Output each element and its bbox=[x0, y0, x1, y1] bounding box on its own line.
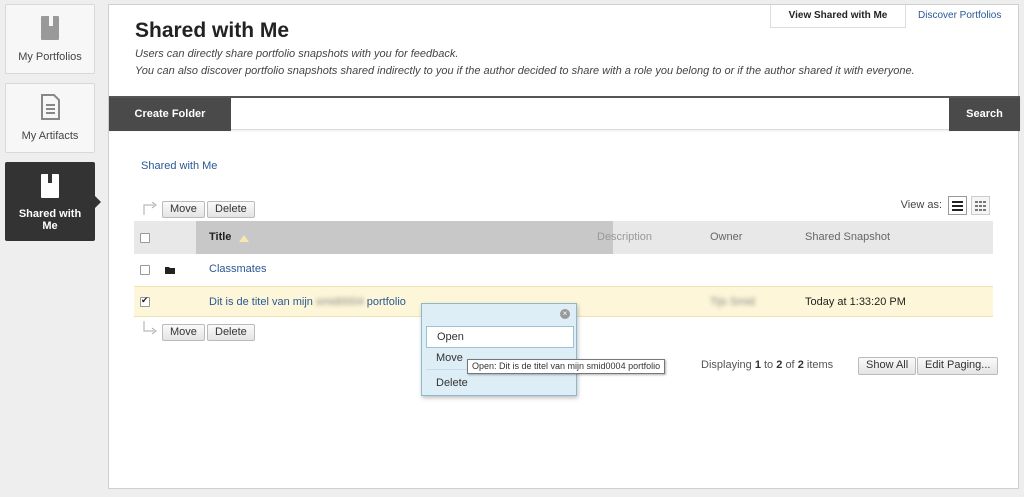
description-line-1: Users can directly share portfolio snaps… bbox=[135, 48, 459, 60]
breadcrumb[interactable]: Shared with Me bbox=[141, 160, 217, 172]
shared-snapshot-cell: Today at 1:33:20 PM bbox=[805, 296, 906, 308]
sort-ascending-icon bbox=[239, 235, 249, 242]
paging-prefix: Displaying bbox=[701, 359, 752, 371]
paging-of-word: of bbox=[785, 359, 795, 371]
folder-icon bbox=[165, 267, 175, 274]
tab-view-shared-with-me[interactable]: View Shared with Me bbox=[770, 5, 906, 28]
sidebar-item-label: My Artifacts bbox=[21, 130, 79, 142]
column-description-label[interactable]: Description bbox=[597, 231, 652, 243]
paging-from: 1 bbox=[754, 359, 761, 371]
context-menu-open[interactable]: Open bbox=[426, 326, 574, 348]
row-checkbox[interactable] bbox=[140, 265, 150, 275]
portfolio-title-start: Dit is de titel van mijn bbox=[209, 296, 313, 308]
paging-status: Displaying 1 to 2 of 2 items bbox=[701, 359, 833, 371]
delete-button[interactable]: Delete bbox=[207, 201, 255, 218]
select-all-checkbox[interactable] bbox=[140, 233, 150, 243]
context-menu-delete[interactable]: Delete bbox=[426, 373, 574, 395]
folder-link-classmates[interactable]: Classmates bbox=[209, 263, 266, 275]
shared-book-icon bbox=[41, 174, 59, 198]
document-icon bbox=[41, 94, 60, 120]
view-as-label: View as: bbox=[900, 199, 942, 211]
create-folder-button[interactable]: Create Folder bbox=[109, 98, 231, 131]
table-header: Title Description Owner Shared Snapshot bbox=[134, 221, 993, 254]
column-title-label: Title bbox=[209, 231, 232, 243]
paging-to-word: to bbox=[764, 359, 774, 371]
move-button[interactable]: Move bbox=[162, 201, 205, 218]
search-button[interactable]: Search bbox=[949, 98, 1020, 131]
row-checkbox[interactable] bbox=[140, 295, 150, 307]
sidebar-item-label: Shared with Me bbox=[18, 208, 82, 232]
description-line-2: You can also discover portfolio snapshot… bbox=[135, 65, 915, 77]
main-panel: Shared with Me Users can directly share … bbox=[108, 4, 1020, 489]
context-menu: × Open Move Delete bbox=[421, 303, 577, 396]
action-bar: Create Folder Search bbox=[109, 96, 1020, 131]
move-button-bottom[interactable]: Move bbox=[162, 324, 205, 341]
delete-button-bottom[interactable]: Delete bbox=[207, 324, 255, 341]
column-shared-snapshot-label[interactable]: Shared Snapshot bbox=[805, 231, 890, 243]
sidebar-item-label: My Portfolios bbox=[18, 51, 82, 63]
list-view-icon[interactable] bbox=[948, 196, 967, 215]
select-arrow-icon bbox=[143, 202, 157, 215]
sidebar-item-my-portfolios[interactable]: My Portfolios bbox=[5, 4, 95, 74]
show-all-button[interactable]: Show All bbox=[858, 357, 917, 375]
grid-view-icon[interactable] bbox=[971, 196, 990, 215]
paging-total: 2 bbox=[797, 359, 804, 371]
sidebar-item-shared-with-me[interactable]: Shared with Me bbox=[5, 162, 101, 241]
tab-discover-portfolios[interactable]: Discover Portfolios bbox=[906, 5, 1013, 28]
paging-suffix: items bbox=[806, 359, 834, 371]
close-icon[interactable]: × bbox=[560, 309, 570, 319]
column-title-header[interactable]: Title bbox=[196, 221, 613, 254]
edit-paging-button[interactable]: Edit Paging... bbox=[917, 357, 999, 375]
paging-to: 2 bbox=[776, 359, 783, 371]
tooltip: Open: Dit is de titel van mijn smid0004 … bbox=[467, 359, 666, 374]
sidebar-item-my-artifacts[interactable]: My Artifacts bbox=[5, 83, 95, 153]
page-title: Shared with Me bbox=[135, 19, 290, 42]
select-arrow-icon bbox=[143, 321, 157, 335]
portfolio-book-icon bbox=[41, 16, 59, 40]
portfolio-title-end: portfolio bbox=[366, 296, 406, 308]
portfolio-title-blurred: smid0004 bbox=[316, 296, 364, 308]
owner-cell: Tijs Smid bbox=[710, 296, 755, 308]
portfolio-title-link[interactable]: Dit is de titel van mijn smid0004 portfo… bbox=[209, 296, 406, 308]
column-owner-label[interactable]: Owner bbox=[710, 231, 742, 243]
